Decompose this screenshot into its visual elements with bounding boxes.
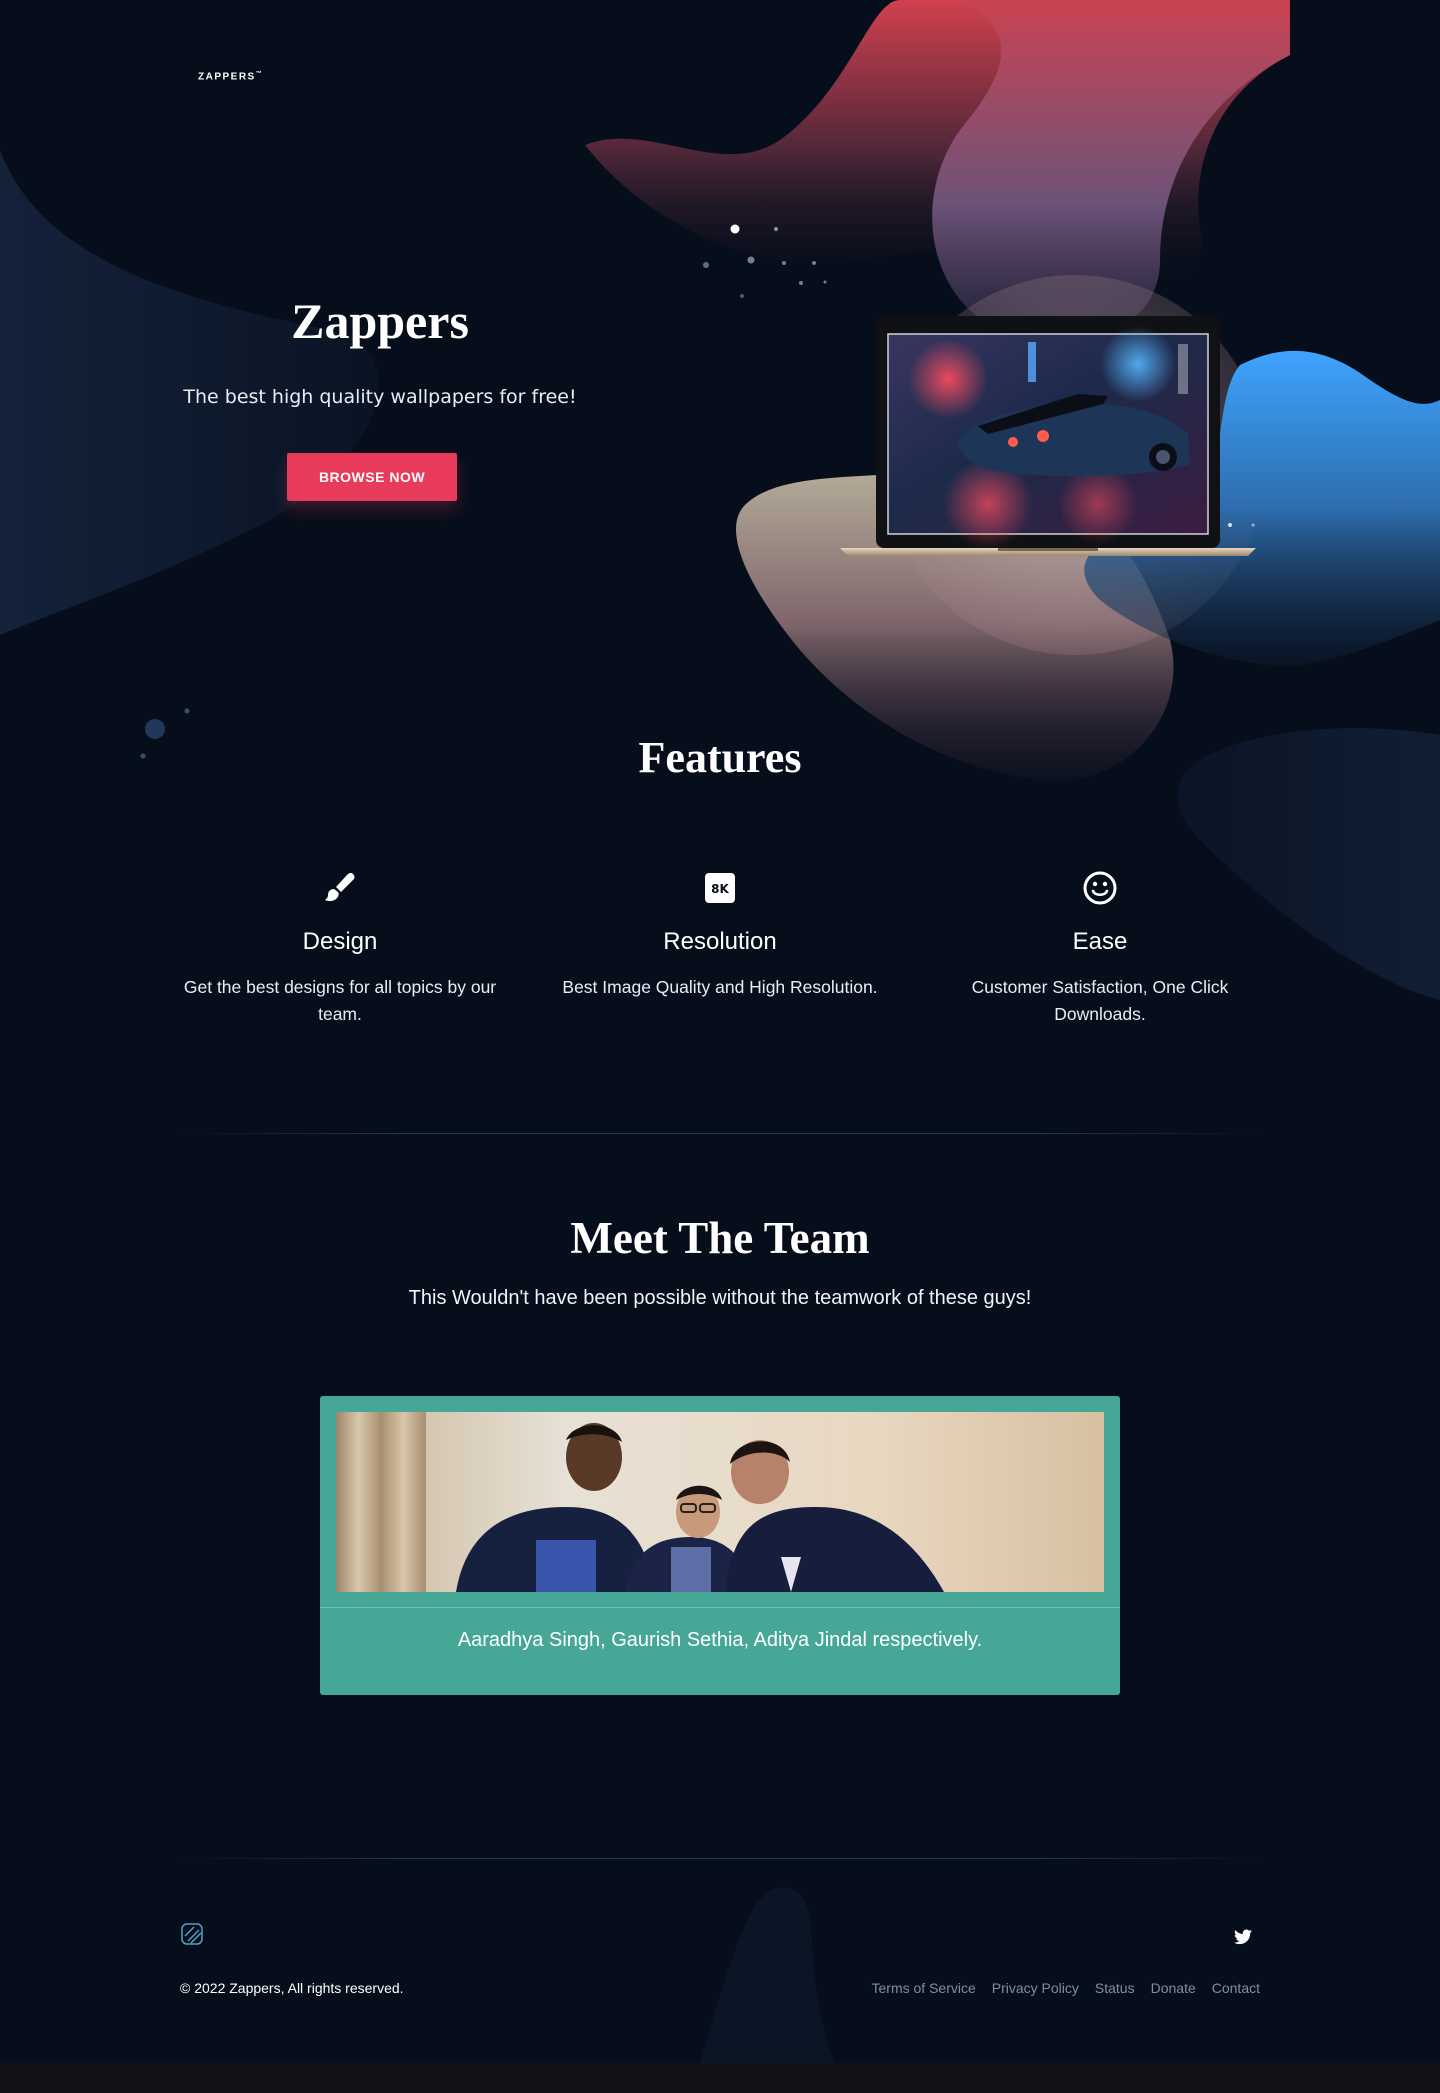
laptop-illustration (840, 316, 1256, 556)
feature-ease: Ease Customer Satisfaction, One Click Do… (930, 870, 1270, 1028)
team-caption: Aaradhya Singh, Gaurish Sethia, Aditya J… (457, 1629, 983, 1651)
footer-logo-icon[interactable] (180, 1922, 204, 1946)
hero-title: Zappers (291, 293, 469, 349)
footer-link-donate[interactable]: Donate (1151, 1980, 1196, 1996)
browse-now-button[interactable]: BROWSE NOW (287, 453, 457, 501)
page: ZAPPERS™ Zappers The best high quality w… (0, 0, 1440, 2063)
card-separator (320, 1607, 1120, 1608)
footer-link-terms[interactable]: Terms of Service (872, 1980, 976, 1996)
feature-resolution: 8K Resolution Best Image Quality and Hig… (550, 870, 890, 1001)
feature-title: Resolution (663, 928, 777, 955)
brand-logo[interactable]: ZAPPERS™ (198, 71, 263, 82)
feature-title: Ease (1072, 928, 1128, 955)
feature-text: Customer Satisfaction, One Click Downloa… (971, 977, 1229, 1024)
feature-text: Get the best designs for all topics by o… (183, 977, 497, 1024)
feature-title: Design (302, 928, 378, 955)
footer-links: Terms of Service Privacy Policy Status D… (872, 1980, 1261, 1996)
footer-link-contact[interactable]: Contact (1212, 1980, 1260, 1996)
footer-link-status[interactable]: Status (1095, 1980, 1135, 1996)
paintbrush-icon (325, 872, 355, 902)
feature-text: Best Image Quality and High Resolution. (562, 977, 878, 997)
8k-icon: 8K (705, 873, 735, 903)
team-photo (336, 1412, 1104, 1592)
features-title: Features (638, 733, 802, 782)
svg-text:8K: 8K (711, 882, 729, 896)
section-divider (180, 1133, 1260, 1134)
hero-subtitle: The best high quality wallpapers for fre… (183, 386, 577, 408)
twitter-icon[interactable] (1234, 1929, 1252, 1945)
smiley-icon (1083, 871, 1117, 905)
brand-logo-text: ZAPPERS (198, 71, 256, 83)
footer-divider (180, 1858, 1260, 1859)
team-subtitle: This Wouldn't have been possible without… (408, 1287, 1032, 1309)
copyright-text: © 2022 Zappers, All rights reserved. (180, 1980, 404, 1996)
footer-link-privacy[interactable]: Privacy Policy (992, 1980, 1079, 1996)
team-card: Aaradhya Singh, Gaurish Sethia, Aditya J… (320, 1396, 1120, 1695)
team-title: Meet The Team (570, 1213, 870, 1263)
bottom-strip (0, 2063, 1440, 2093)
feature-design: Design Get the best designs for all topi… (170, 870, 510, 1028)
trademark-symbol: ™ (255, 71, 264, 77)
